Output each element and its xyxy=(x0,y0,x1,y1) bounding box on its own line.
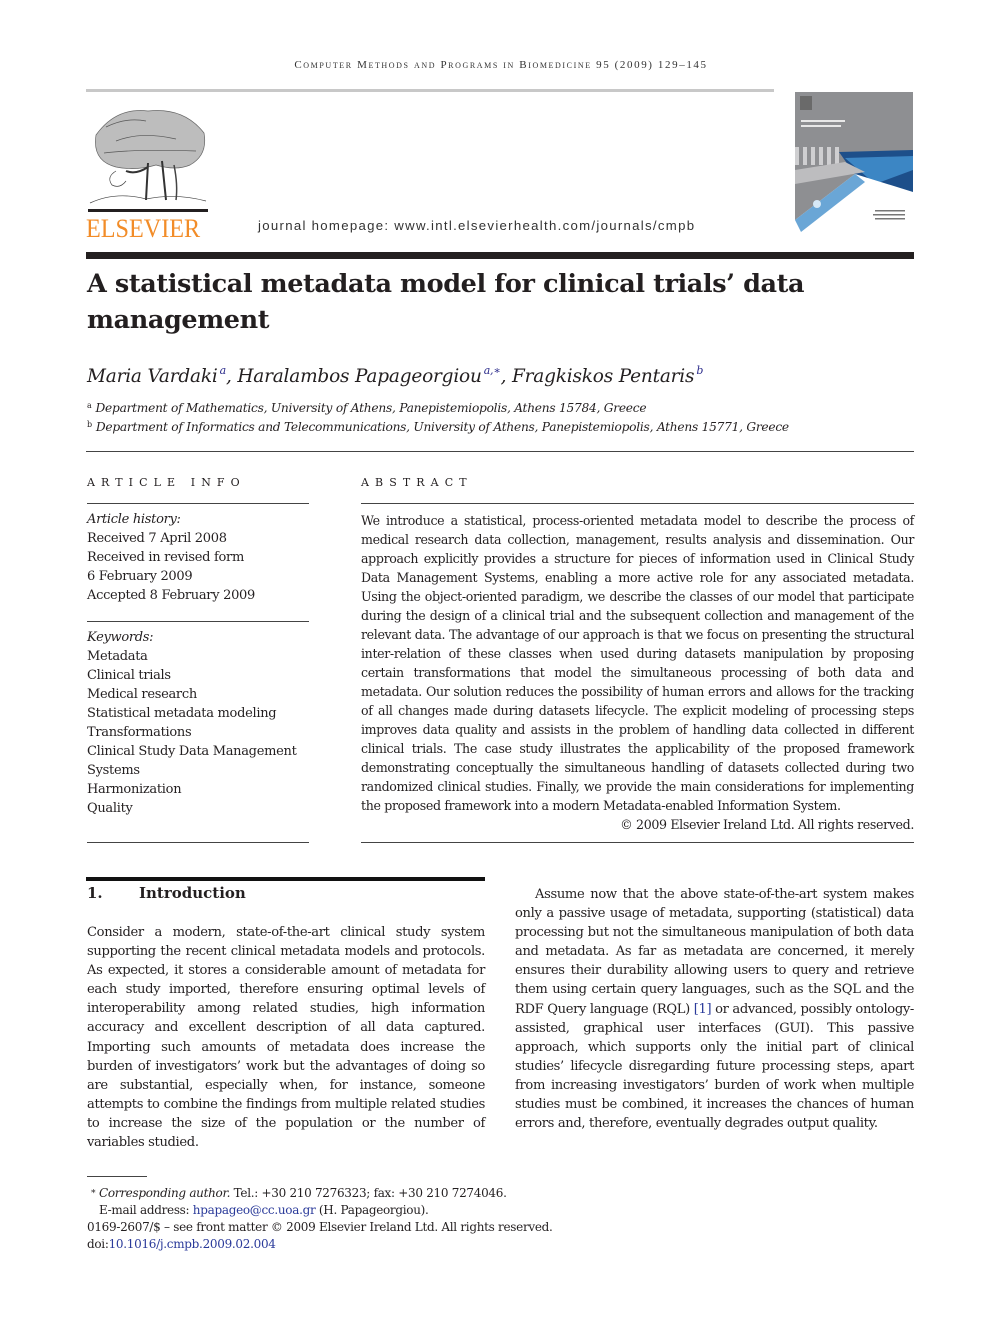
section-number: 1. xyxy=(87,884,103,902)
affiliation: a Department of Mathematics, University o… xyxy=(87,401,647,415)
article-info-heading: ARTICLE INFO xyxy=(87,476,246,489)
body-paragraph: Assume now that the above state-of-the-a… xyxy=(515,885,914,1133)
divider xyxy=(87,503,309,504)
keyword: Medical research xyxy=(87,687,197,702)
doi-note: doi:10.1016/j.cmpb.2009.02.004 xyxy=(87,1236,553,1253)
elsevier-tree-logo-icon xyxy=(88,110,208,212)
author-list: Maria Vardaki a, Haralambos Papageorgiou a… xyxy=(87,364,704,387)
history-item: 6 February 2009 xyxy=(87,569,193,584)
keyword: Metadata xyxy=(87,649,148,664)
corresponding-label: Corresponding author. xyxy=(99,1186,231,1200)
email-owner: (H. Papageorgiou). xyxy=(315,1203,429,1217)
keyword: Transformations xyxy=(87,725,192,740)
history-item: Received in revised form xyxy=(87,550,244,565)
history-item: Accepted 8 February 2009 xyxy=(87,588,255,603)
abstract-text: We introduce a statistical, process-orie… xyxy=(361,513,914,813)
divider xyxy=(87,621,309,622)
footnote-rule xyxy=(87,1176,147,1177)
doi-label: doi: xyxy=(87,1237,109,1251)
abstract-copyright: © 2009 Elsevier Ireland Ltd. All rights … xyxy=(620,817,914,832)
corresponding-author-note: ∗ Corresponding author. Tel.: +30 210 727… xyxy=(87,1184,553,1202)
abstract: We introduce a statistical, process-orie… xyxy=(361,511,914,834)
keyword: Clinical Study Data Management xyxy=(87,744,297,759)
affiliation-text: Department of Informatics and Telecommun… xyxy=(95,420,789,434)
paragraph-text: Assume now that the above state-of-the-a… xyxy=(515,887,914,1017)
keyword: Systems xyxy=(87,763,140,778)
author-affiliation-mark[interactable]: b xyxy=(696,364,703,377)
divider xyxy=(361,503,914,504)
section-rule xyxy=(86,877,485,881)
article-title: A statistical metadata model for clinica… xyxy=(87,269,805,335)
affiliation-mark: a xyxy=(87,401,92,410)
journal-cover-art-icon xyxy=(795,92,913,240)
author-name: Maria Vardaki xyxy=(87,366,218,387)
keyword: Clinical trials xyxy=(87,668,171,683)
elsevier-wordmark: ELSEVIER xyxy=(86,214,201,243)
journal-homepage-link[interactable]: journal homepage: www.intl.elsevierhealt… xyxy=(258,218,695,233)
affiliation-text: Department of Mathematics, University of… xyxy=(95,401,647,415)
front-matter-note: 0169-2607/$ – see front matter © 2009 El… xyxy=(87,1220,553,1234)
journal-cover-image xyxy=(795,92,913,240)
email-label: E-mail address: xyxy=(99,1203,193,1217)
email-link[interactable]: hpapageo@cc.uoa.gr xyxy=(193,1203,316,1217)
footnote-star: ∗ xyxy=(90,1187,96,1197)
author-name: Haralambos Papageorgiou xyxy=(237,366,482,387)
keyword: Quality xyxy=(87,801,133,816)
contact-numbers: Tel.: +30 210 7276323; fax: +30 210 7274… xyxy=(230,1186,507,1200)
abstract-heading: ABSTRACT xyxy=(361,476,473,489)
header-bar xyxy=(86,252,914,259)
email-note: E-mail address: hpapageo@cc.uoa.gr (H. P… xyxy=(87,1202,553,1219)
article-history-label: Article history: xyxy=(87,512,181,527)
footnotes: ∗ Corresponding author. Tel.: +30 210 727… xyxy=(87,1184,553,1253)
section-title: Introduction xyxy=(139,884,246,902)
keywords-label: Keywords: xyxy=(87,630,154,645)
header-rule xyxy=(86,89,774,92)
article-history: Article history: Received 7 April 2008 R… xyxy=(87,510,309,605)
keyword: Statistical metadata modeling xyxy=(87,706,277,721)
paragraph-text: or advanced, possibly ontology-assisted,… xyxy=(515,1001,914,1132)
history-item: Received 7 April 2008 xyxy=(87,531,227,546)
keywords: Keywords: Metadata Clinical trials Medic… xyxy=(87,628,309,818)
doi-link[interactable]: 10.1016/j.cmpb.2009.02.004 xyxy=(109,1237,276,1251)
author-name: Fragkiskos Pentaris xyxy=(512,366,695,387)
divider xyxy=(86,451,914,452)
affiliation-mark: b xyxy=(87,420,92,429)
section-heading: 1. Introduction xyxy=(87,884,246,902)
keyword: Harmonization xyxy=(87,782,182,797)
body-paragraph: Consider a modern, state-of-the-art clin… xyxy=(87,925,485,1151)
author-affiliation-mark[interactable]: a,∗ xyxy=(484,364,501,377)
affiliation: b Department of Informatics and Telecommu… xyxy=(87,420,789,434)
author-affiliation-mark[interactable]: a xyxy=(220,364,227,377)
citation-link[interactable]: [1] xyxy=(694,1002,712,1017)
divider xyxy=(87,842,309,843)
divider xyxy=(361,842,914,843)
running-head: Computer Methods and Programs in Biomedi… xyxy=(294,59,708,71)
